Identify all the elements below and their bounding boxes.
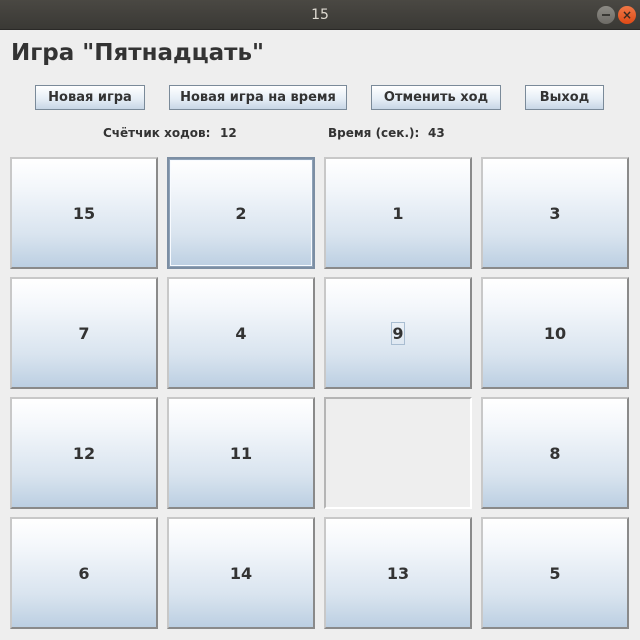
minimize-icon[interactable] xyxy=(597,6,615,24)
tile-2[interactable]: 2 xyxy=(167,157,315,269)
tile-number: 15 xyxy=(72,203,96,223)
title-bar[interactable]: 15 × xyxy=(0,0,640,30)
tile-5[interactable]: 5 xyxy=(481,517,629,629)
new-timed-game-button[interactable]: Новая игра на время xyxy=(169,85,347,110)
game-window: 15 × Игра "Пятнадцать" Новая игра Новая … xyxy=(0,0,640,640)
tile-4[interactable]: 4 xyxy=(167,277,315,389)
tile-13[interactable]: 13 xyxy=(324,517,472,629)
exit-button[interactable]: Выход xyxy=(525,85,604,110)
tile-number: 4 xyxy=(235,323,247,343)
moves-counter-label: Счётчик ходов: xyxy=(103,126,211,140)
tile-3[interactable]: 3 xyxy=(481,157,629,269)
tile-14[interactable]: 14 xyxy=(167,517,315,629)
moves-counter-value: 12 xyxy=(220,126,237,140)
tile-number: 7 xyxy=(78,323,90,343)
tile-number: 5 xyxy=(549,563,561,583)
tile-number: 9 xyxy=(391,321,405,345)
tile-7[interactable]: 7 xyxy=(10,277,158,389)
puzzle-board: 15 2 1 3 7 4 9 10 12 11 8 6 14 13 5 xyxy=(10,157,630,631)
undo-move-button[interactable]: Отменить ход xyxy=(371,85,501,110)
tile-11[interactable]: 11 xyxy=(167,397,315,509)
new-game-button[interactable]: Новая игра xyxy=(35,85,145,110)
tile-number: 11 xyxy=(229,443,253,463)
window-title: 15 xyxy=(311,7,329,23)
tile-number: 3 xyxy=(549,203,561,223)
tile-number: 10 xyxy=(543,323,567,343)
tile-8[interactable]: 8 xyxy=(481,397,629,509)
close-icon[interactable]: × xyxy=(618,6,636,24)
tile-number: 12 xyxy=(72,443,96,463)
tile-number: 2 xyxy=(235,203,247,223)
tile-number: 1 xyxy=(392,203,404,223)
tile-6[interactable]: 6 xyxy=(10,517,158,629)
tile-12[interactable]: 12 xyxy=(10,397,158,509)
tile-9[interactable]: 9 xyxy=(324,277,472,389)
time-label: Время (сек.): xyxy=(328,126,420,140)
tile-number: 13 xyxy=(386,563,410,583)
page-title: Игра "Пятнадцать" xyxy=(11,40,264,66)
time-value: 43 xyxy=(428,126,445,140)
tile-number: 6 xyxy=(78,563,90,583)
tile-number: 8 xyxy=(549,443,561,463)
tile-number: 14 xyxy=(229,563,253,583)
tile-1[interactable]: 1 xyxy=(324,157,472,269)
empty-cell xyxy=(324,397,472,509)
tile-15[interactable]: 15 xyxy=(10,157,158,269)
tile-10[interactable]: 10 xyxy=(481,277,629,389)
